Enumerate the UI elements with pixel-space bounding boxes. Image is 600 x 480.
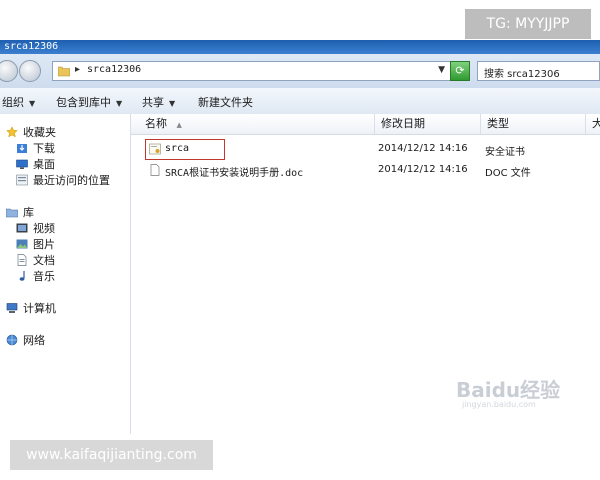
file-type: DOC 文件 [485, 168, 531, 179]
window-title: srca12306 [4, 41, 59, 52]
command-toolbar: 组织 ▼ 包含到库中 ▼ 共享 ▼ 新建文件夹 [0, 88, 600, 115]
picture-icon [16, 239, 28, 249]
file-modified: 2014/12/12 14:16 [378, 143, 468, 154]
sidebar-item-pictures[interactable]: 图片 [16, 236, 55, 252]
watermark-url: jingyan.baidu.com [462, 400, 536, 409]
sidebar-item-label: 图片 [33, 238, 55, 251]
music-icon [19, 271, 25, 281]
sidebar-item-downloads[interactable]: 下载 [16, 140, 55, 156]
refresh-button[interactable]: ⟳ [450, 61, 470, 81]
share-label: 共享 [142, 96, 164, 109]
document-icon [17, 254, 27, 266]
chevron-down-icon: ▼ [169, 99, 176, 108]
address-dropdown-icon[interactable]: ▼ [438, 65, 445, 75]
back-button[interactable] [0, 60, 18, 82]
sidebar-item-favorites[interactable]: 收藏夹 [6, 124, 56, 140]
download-folder-icon [17, 144, 27, 153]
column-header-modified[interactable]: 修改日期 [374, 114, 480, 134]
sidebar-item-label: 视频 [33, 222, 55, 235]
library-icon [6, 208, 18, 218]
column-label: 类型 [487, 117, 509, 130]
share-menu[interactable]: 共享 ▼ [142, 94, 175, 110]
site-url-badge: www.kaifaqijianting.com [10, 440, 213, 470]
watermark-logo: Baidu经验 [456, 378, 561, 402]
window-title-bar: srca12306 [0, 40, 600, 54]
chevron-down-icon: ▼ [29, 99, 36, 108]
doc-file-icon [150, 164, 160, 176]
sidebar-item-label: 下载 [33, 142, 55, 155]
include-library-menu[interactable]: 包含到库中 ▼ [56, 94, 122, 110]
navigation-pane: 收藏夹 下载 桌面 最近访问的位置 库 视频 图片 文档 音乐 计算机 网络 [0, 114, 131, 434]
sidebar-item-label: 收藏夹 [23, 126, 56, 139]
organize-label: 组织 [2, 96, 24, 109]
recent-places-icon [16, 174, 28, 186]
breadcrumb-separator[interactable]: ▸ [75, 64, 80, 75]
sidebar-item-label: 最近访问的位置 [33, 174, 110, 187]
column-header-size[interactable]: 大 [585, 114, 600, 134]
column-header-row: 名称 ▲ 修改日期 类型 大 [131, 114, 600, 135]
search-input[interactable]: 搜索 srca12306 [477, 61, 600, 81]
address-bar[interactable]: ▸ srca12306 ▼ [52, 61, 470, 81]
column-label: 修改日期 [381, 117, 425, 130]
sidebar-item-label: 音乐 [33, 270, 55, 283]
sort-ascending-icon: ▲ [176, 121, 182, 129]
sidebar-item-label: 桌面 [33, 158, 55, 171]
breadcrumb-path[interactable]: srca12306 [87, 64, 141, 75]
file-name: SRCA根证书安装说明手册.doc [165, 168, 304, 179]
sidebar-item-network[interactable]: 网络 [6, 332, 45, 348]
search-text: 搜索 srca12306 [484, 69, 560, 80]
column-label: 名称 [145, 117, 167, 130]
sidebar-item-libraries[interactable]: 库 [6, 204, 34, 220]
table-row[interactable]: SRCA根证书安装说明手册.doc 2014/12/12 14:16 DOC 文… [131, 162, 600, 180]
include-library-label: 包含到库中 [56, 96, 111, 109]
certificate-icon [149, 143, 161, 155]
sidebar-item-documents[interactable]: 文档 [16, 252, 55, 268]
sidebar-item-videos[interactable]: 视频 [16, 220, 55, 236]
navigation-bar: ▸ srca12306 ▼ ⟳ 搜索 srca12306 [0, 54, 600, 89]
chevron-down-icon: ▼ [116, 99, 123, 108]
file-list: 名称 ▲ 修改日期 类型 大 srca 2014/12/12 14:16 安全证… [131, 114, 600, 434]
sidebar-item-label: 库 [23, 206, 34, 219]
file-type: 安全证书 [485, 147, 525, 158]
column-header-name[interactable]: 名称 ▲ [139, 114, 374, 134]
desktop-icon [16, 159, 28, 169]
column-header-type[interactable]: 类型 [480, 114, 585, 134]
computer-icon [6, 303, 18, 313]
sidebar-item-desktop[interactable]: 桌面 [16, 156, 55, 172]
sidebar-item-music[interactable]: 音乐 [16, 268, 55, 284]
sidebar-item-label: 计算机 [23, 302, 56, 315]
tg-badge: TG: MYYJJPP [465, 9, 591, 39]
network-icon [6, 334, 18, 346]
sidebar-item-recent-places[interactable]: 最近访问的位置 [16, 172, 110, 188]
forward-button[interactable] [19, 60, 41, 82]
organize-menu[interactable]: 组织 ▼ [2, 94, 35, 110]
sidebar-item-label: 网络 [23, 334, 45, 347]
sidebar-item-computer[interactable]: 计算机 [6, 300, 56, 316]
table-row[interactable]: srca 2014/12/12 14:16 安全证书 [131, 139, 600, 160]
video-icon [16, 223, 28, 233]
sidebar-item-label: 文档 [33, 254, 55, 267]
column-label: 大 [592, 117, 600, 130]
new-folder-label: 新建文件夹 [198, 96, 253, 109]
file-name: srca [165, 143, 190, 154]
new-folder-button[interactable]: 新建文件夹 [198, 94, 253, 110]
file-modified: 2014/12/12 14:16 [378, 164, 468, 175]
star-icon [6, 126, 18, 138]
folder-icon [58, 66, 70, 77]
